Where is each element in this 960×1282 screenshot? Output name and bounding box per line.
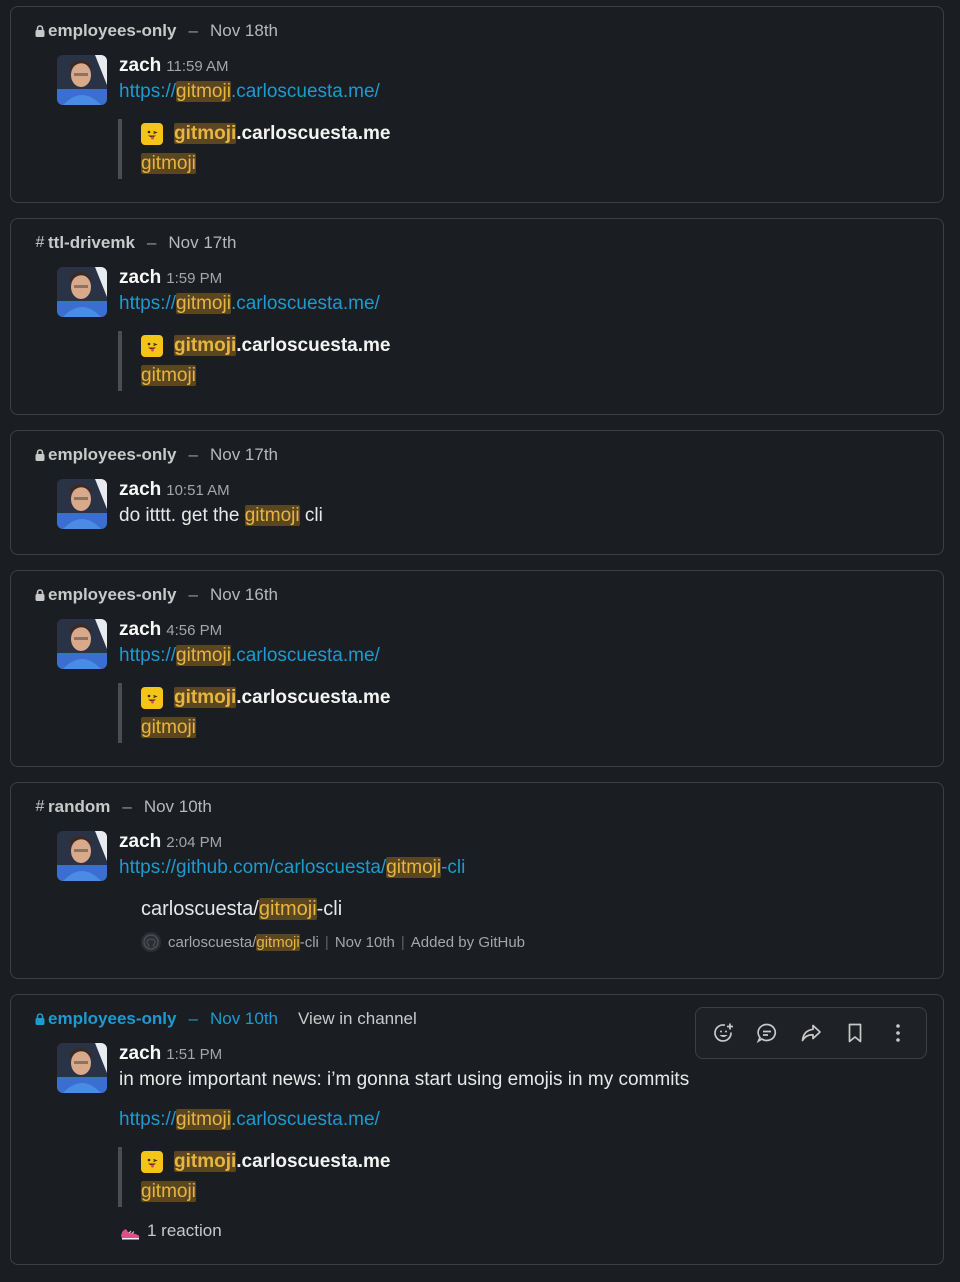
result-header: # ttl-drivemk – Nov 17th [33, 233, 237, 253]
avatar[interactable] [57, 479, 107, 529]
channel-name[interactable]: employees-only [48, 585, 177, 605]
repo-title[interactable]: carloscuesta/gitmoji-cli [141, 895, 923, 923]
search-result[interactable]: employees-only – Nov 17th zach 10:51 AM d… [10, 430, 944, 555]
message-link[interactable]: https://gitmoji.carloscuesta.me/ [119, 645, 380, 666]
footer-repo: carloscuesta/gitmoji-cli [168, 933, 319, 951]
search-results: employees-only – Nov 18th zach 11:59 AM h… [0, 0, 960, 1282]
author-name[interactable]: zach [119, 831, 161, 852]
footer-added-by: Added by GitHub [410, 933, 526, 951]
preview-footer: carloscuesta/gitmoji-cli | Nov 10th | Ad… [141, 927, 923, 957]
view-in-channel-link[interactable]: View in channel [298, 1009, 417, 1029]
channel-name[interactable]: ttl-drivemk [48, 233, 135, 253]
result-date: Nov 10th [143, 797, 212, 816]
lock-icon [33, 589, 47, 601]
reaction-pill[interactable]: 1 reaction [119, 1221, 222, 1241]
avatar[interactable] [57, 1043, 107, 1093]
channel-name[interactable]: employees-only [48, 1009, 177, 1029]
lock-icon [33, 1013, 47, 1025]
message-link[interactable]: https://github.com/carloscuesta/gitmoji-… [119, 857, 465, 878]
avatar[interactable] [57, 55, 107, 105]
gitmoji-favicon-icon [141, 335, 163, 357]
lock-icon [33, 25, 47, 37]
header-separator: – [188, 445, 198, 464]
gitmoji-favicon-icon [141, 123, 163, 145]
header-separator: – [188, 585, 198, 604]
header-separator: – [188, 21, 198, 40]
preview-description: gitmoji [141, 717, 196, 738]
search-result[interactable]: # random – Nov 10th zach 2:04 PM https://… [10, 782, 944, 979]
message-link[interactable]: https://gitmoji.carloscuesta.me/ [119, 293, 380, 314]
avatar[interactable] [57, 619, 107, 669]
timestamp[interactable]: 1:51 PM [166, 1046, 222, 1063]
timestamp[interactable]: 1:59 PM [166, 270, 222, 287]
message: zach 1:59 PM https://gitmoji.carloscuesta… [118, 265, 923, 391]
channel-name[interactable]: random [48, 797, 110, 817]
avatar[interactable] [57, 831, 107, 881]
message-link[interactable]: https://gitmoji.carloscuesta.me/ [119, 1109, 380, 1130]
result-header: employees-only – Nov 10th View in channe… [33, 1009, 417, 1029]
hash-icon: # [35, 234, 45, 251]
author-name[interactable]: zach [119, 619, 161, 640]
timestamp[interactable]: 10:51 AM [166, 482, 229, 499]
channel-name[interactable]: employees-only [48, 445, 177, 465]
message: zach 1:51 PM in more important news: i’m … [118, 1041, 923, 1245]
preview-title[interactable]: gitmoji.carloscuesta.me [174, 335, 390, 357]
github-icon [141, 932, 161, 952]
github-preview: carloscuesta/gitmoji-cli carloscuesta/gi… [118, 895, 923, 957]
preview-title[interactable]: gitmoji.carloscuesta.me [174, 687, 390, 709]
result-date[interactable]: Nov 10th [210, 1009, 278, 1029]
result-header: # random – Nov 10th [33, 797, 212, 817]
header-separator: – [188, 1009, 198, 1028]
timestamp[interactable]: 11:59 AM [166, 58, 228, 75]
result-date: Nov 17th [168, 233, 237, 252]
search-result[interactable]: employees-only – Nov 16th zach 4:56 PM ht… [10, 570, 944, 767]
message: zach 4:56 PM https://gitmoji.carloscuesta… [118, 617, 923, 743]
header-separator: – [122, 797, 132, 816]
result-date: Nov 16th [209, 585, 279, 604]
search-result[interactable]: employees-only – Nov 18th zach 11:59 AM h… [10, 6, 944, 203]
timestamp[interactable]: 4:56 PM [166, 622, 222, 639]
author-name[interactable]: zach [119, 479, 161, 500]
preview-description: gitmoji [141, 153, 196, 174]
message: zach 2:04 PM https://github.com/carloscue… [119, 829, 923, 957]
channel-name[interactable]: employees-only [48, 21, 177, 41]
footer-separator: | [400, 933, 405, 951]
author-name[interactable]: zach [119, 267, 161, 288]
sneaker-emoji-icon [121, 1229, 140, 1240]
timestamp[interactable]: 2:04 PM [166, 834, 222, 851]
result-header: employees-only – Nov 17th [33, 445, 278, 465]
message-text: do itttt. get the gitmoji cli [119, 505, 323, 526]
message: zach 10:51 AM do itttt. get the gitmoji c… [119, 477, 923, 529]
footer-separator: | [324, 933, 329, 951]
message: zach 11:59 AM https://gitmoji.carloscuest… [118, 53, 923, 179]
link-preview: gitmoji.carloscuesta.me gitmoji [118, 119, 923, 179]
reaction-count: 1 reaction [147, 1221, 222, 1240]
result-date: Nov 18th [209, 21, 279, 40]
header-separator: – [146, 233, 157, 252]
result-header: employees-only – Nov 16th [33, 585, 278, 605]
search-result[interactable]: employees-only – Nov 10th View in channe… [10, 994, 944, 1265]
author-name[interactable]: zach [119, 55, 161, 76]
preview-description: gitmoji [141, 365, 196, 386]
avatar[interactable] [57, 267, 107, 317]
lock-icon [33, 449, 47, 461]
preview-title[interactable]: gitmoji.carloscuesta.me [174, 123, 390, 145]
preview-title[interactable]: gitmoji.carloscuesta.me [174, 1151, 390, 1173]
footer-date: Nov 10th [334, 933, 395, 951]
link-preview: gitmoji.carloscuesta.me gitmoji [118, 331, 923, 391]
search-result[interactable]: # ttl-drivemk – Nov 17th zach 1:59 PM htt… [10, 218, 944, 415]
result-header: employees-only – Nov 18th [33, 21, 278, 41]
link-preview: gitmoji.carloscuesta.me gitmoji [118, 683, 923, 743]
result-date: Nov 17th [209, 445, 279, 464]
gitmoji-favicon-icon [141, 1151, 163, 1173]
author-name[interactable]: zach [119, 1043, 161, 1064]
message-text: in more important news: i’m gonna start … [119, 1069, 690, 1090]
hash-icon: # [35, 798, 45, 815]
preview-description: gitmoji [141, 1181, 196, 1202]
message-link[interactable]: https://gitmoji.carloscuesta.me/ [119, 81, 380, 102]
gitmoji-favicon-icon [141, 687, 163, 709]
reactions: 1 reaction [119, 1217, 923, 1245]
link-preview: gitmoji.carloscuesta.me gitmoji [118, 1147, 923, 1207]
